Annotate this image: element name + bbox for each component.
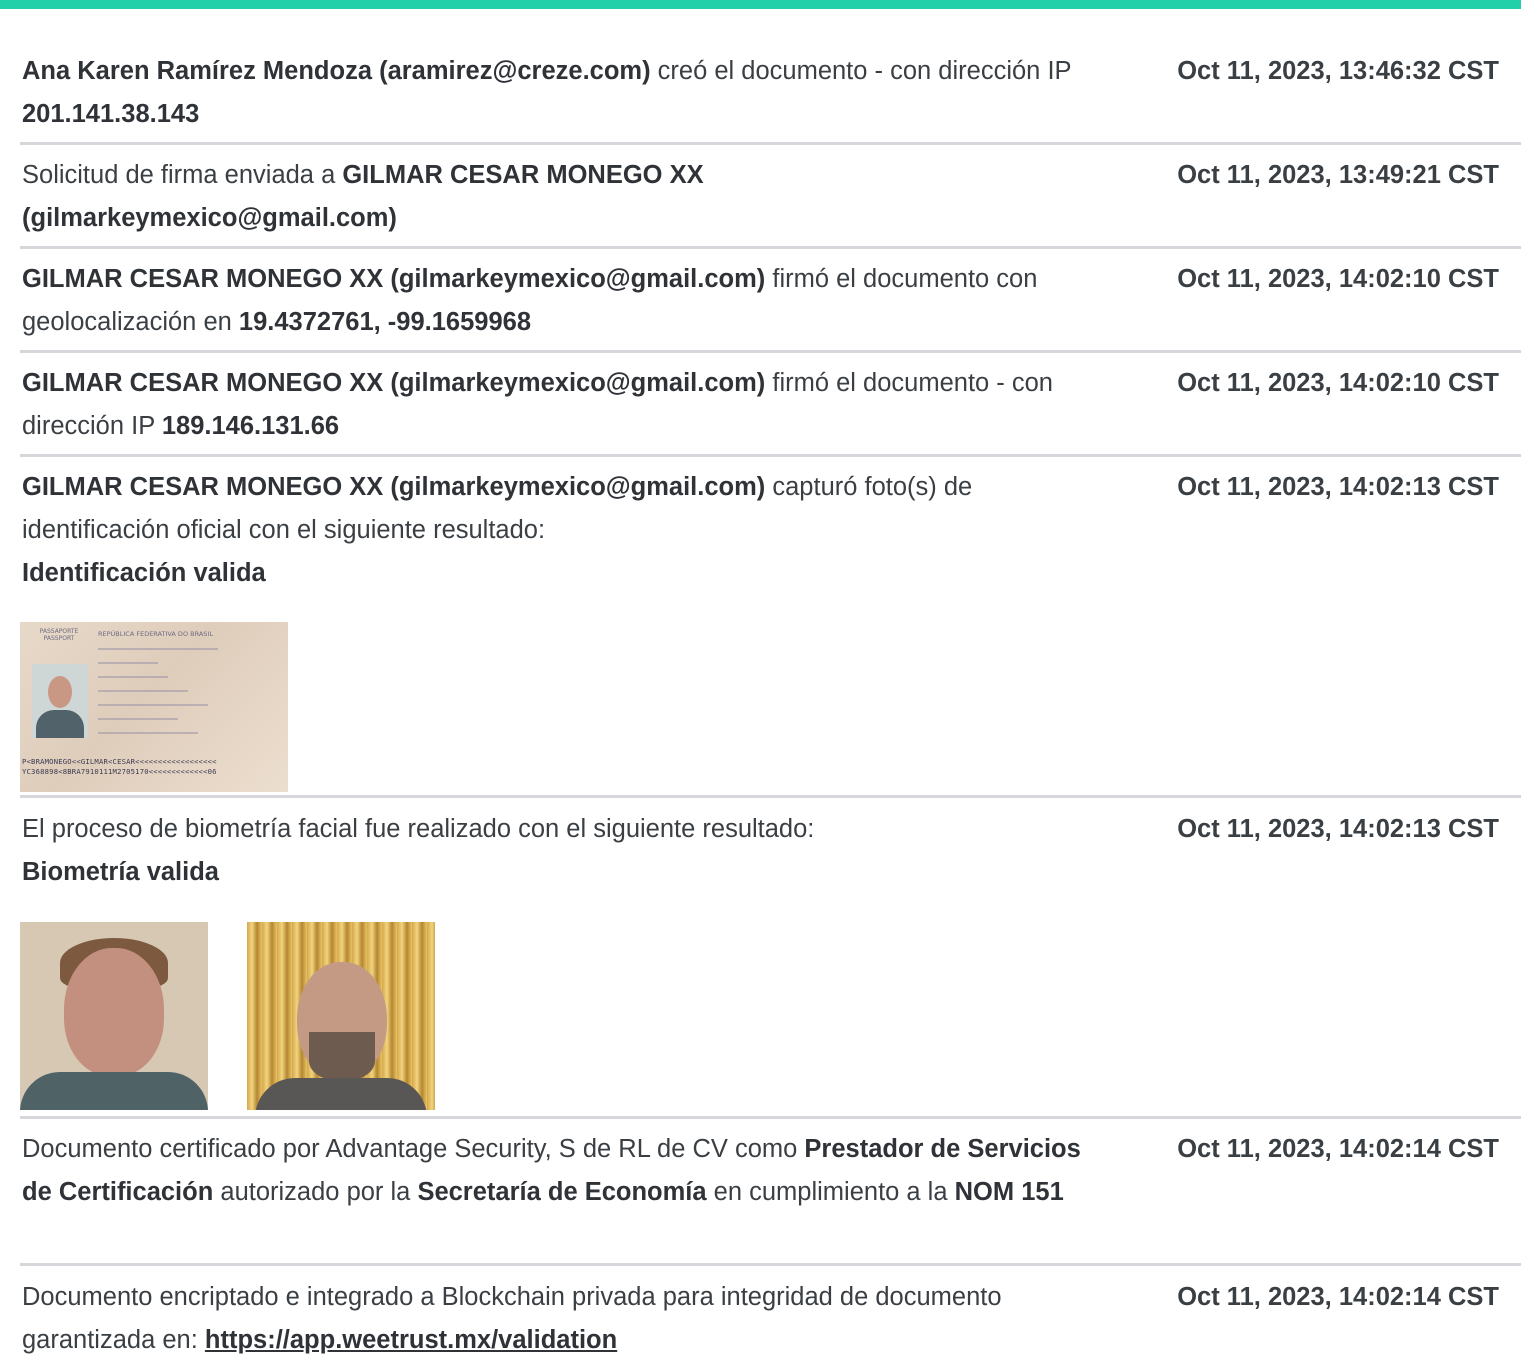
event-description: GILMAR CESAR MONEGO XX (gilmarkeymexico@… [22, 362, 1082, 448]
audit-row-signed-geolocation: GILMAR CESAR MONEGO XX (gilmarkeymexico@… [20, 258, 1521, 353]
event-timestamp: Oct 11, 2023, 13:49:21 CST [1177, 161, 1499, 189]
audit-row-created: Ana Karen Ramírez Mendoza (aramirez@crez… [20, 50, 1521, 145]
shirt [36, 710, 84, 738]
passport-mrz-line-2: YC368898<8BRA7910111M2705170<<<<<<<<<<<<… [22, 767, 217, 776]
action-text: creó el documento - con dirección IP [650, 57, 1072, 85]
geolocation: 19.4372761, -99.1659968 [238, 308, 532, 336]
passport-text-line [98, 676, 168, 678]
event-timestamp: Oct 11, 2023, 14:02:10 CST [1177, 369, 1499, 397]
event-description: Ana Karen Ramírez Mendoza (aramirez@crez… [22, 50, 1082, 136]
actor: GILMAR CESAR MONEGO XX (gilmarkeymexico@… [22, 369, 766, 397]
passport-header: PASSAPORTE PASSPORT [39, 628, 79, 642]
face [48, 676, 72, 708]
audit-row-signature-request: Solicitud de firma enviada a GILMAR CESA… [20, 154, 1521, 249]
prefix-text: Solicitud de firma enviada a [22, 161, 343, 189]
norm: NOM 151 [954, 1178, 1064, 1206]
event-timestamp: Oct 11, 2023, 14:02:13 CST [1177, 473, 1499, 501]
id-result: Identificación valida [22, 559, 266, 587]
shirt [20, 1072, 208, 1110]
event-timestamp: Oct 11, 2023, 14:02:14 CST [1177, 1283, 1499, 1311]
text-part: autorizado por la [213, 1178, 418, 1206]
passport-text-line [98, 732, 198, 734]
passport-title: REPÚBLICA FEDERATIVA DO BRASIL [98, 630, 213, 638]
actor: GILMAR CESAR MONEGO XX (gilmarkeymexico@… [22, 265, 766, 293]
event-timestamp: Oct 11, 2023, 14:02:13 CST [1177, 815, 1499, 843]
event-description: GILMAR CESAR MONEGO XX (gilmarkeymexico@… [22, 258, 1082, 344]
authority: Secretaría de Economía [417, 1178, 707, 1206]
event-timestamp: Oct 11, 2023, 13:46:32 CST [1177, 57, 1499, 85]
beard [309, 1032, 375, 1080]
passport-text-line [98, 690, 188, 692]
selfie-image [247, 922, 435, 1110]
event-description: Solicitud de firma enviada a GILMAR CESA… [22, 154, 1082, 240]
text-part: Documento certificado por Advantage Secu… [22, 1135, 805, 1163]
id-face-image [20, 922, 208, 1110]
ip-address: 189.146.131.66 [161, 412, 340, 440]
passport-text-line [98, 662, 158, 664]
audit-row-blockchain: Documento encriptado e integrado a Block… [20, 1276, 1521, 1364]
biometrics-result: Biometría valida [22, 858, 219, 886]
passport-text-line [98, 718, 178, 720]
audit-row-signed-ip: GILMAR CESAR MONEGO XX (gilmarkeymexico@… [20, 362, 1521, 457]
passport-text-line [98, 704, 208, 706]
ip-address: 201.141.38.143 [22, 100, 200, 128]
passport-image: PASSAPORTE PASSPORT REPÚBLICA FEDERATIVA… [20, 622, 288, 792]
actor: GILMAR CESAR MONEGO XX (gilmarkeymexico@… [22, 473, 766, 501]
passport-photo [32, 664, 88, 738]
accent-bar [0, 0, 1521, 9]
audit-row-biometrics: El proceso de biometría facial fue reali… [20, 808, 1521, 1119]
event-description: Documento encriptado e integrado a Block… [22, 1276, 1082, 1362]
text-part: en cumplimiento a la [706, 1178, 955, 1206]
event-timestamp: Oct 11, 2023, 14:02:14 CST [1177, 1135, 1499, 1163]
passport-text-line [98, 648, 218, 650]
audit-row-certification: Documento certificado por Advantage Secu… [20, 1128, 1521, 1266]
event-description: Documento certificado por Advantage Secu… [22, 1128, 1082, 1214]
actor: Ana Karen Ramírez Mendoza (aramirez@crez… [22, 57, 651, 85]
shirt [255, 1078, 427, 1110]
passport-mrz-line-1: P<BRAMONEGO<<GILMAR<CESAR<<<<<<<<<<<<<<<… [22, 757, 217, 766]
face [64, 948, 164, 1076]
validation-link[interactable]: https://app.weetrust.mx/validation [205, 1326, 617, 1354]
audit-row-id-capture: GILMAR CESAR MONEGO XX (gilmarkeymexico@… [20, 466, 1521, 798]
event-description: GILMAR CESAR MONEGO XX (gilmarkeymexico@… [22, 466, 1082, 595]
event-timestamp: Oct 11, 2023, 14:02:10 CST [1177, 265, 1499, 293]
biometrics-text: El proceso de biometría facial fue reali… [22, 815, 815, 843]
event-description: El proceso de biometría facial fue reali… [22, 808, 1082, 894]
